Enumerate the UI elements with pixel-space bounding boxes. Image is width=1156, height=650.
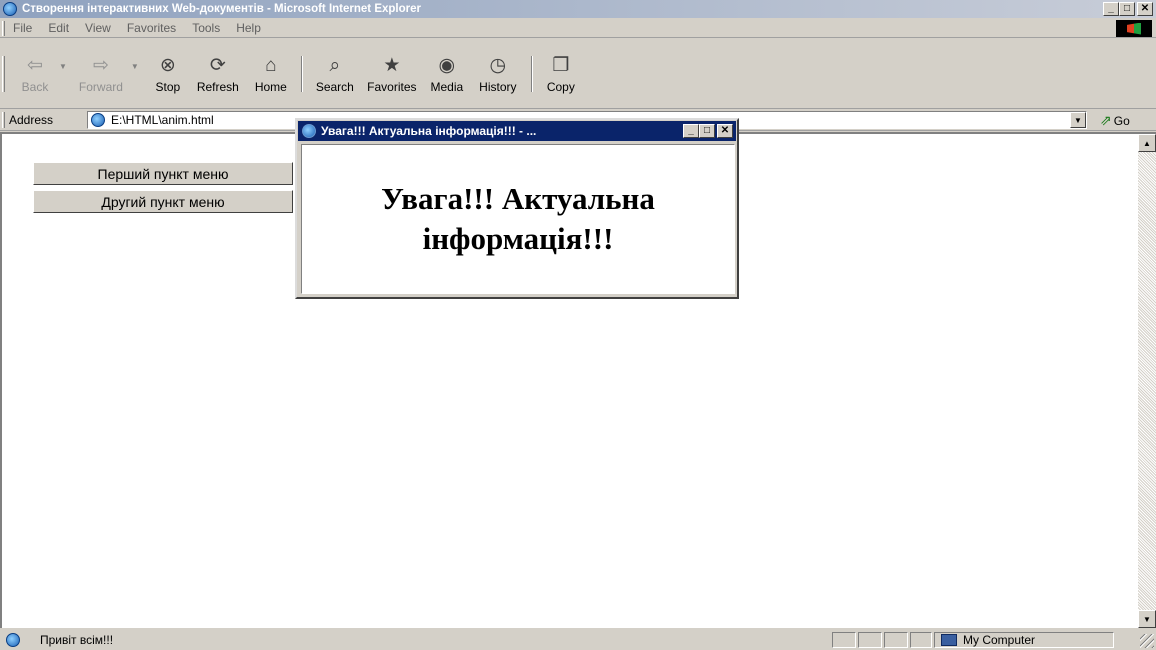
status-panel: [884, 632, 908, 648]
title-bar: Створення інтерактивних Web-документів -…: [0, 0, 1156, 18]
menu-tools[interactable]: Tools: [184, 21, 228, 35]
status-panel: [910, 632, 932, 648]
page-menu-item-2[interactable]: Другий пункт меню: [33, 190, 293, 213]
toolbar-grip[interactable]: [2, 55, 5, 92]
my-computer-icon: [941, 634, 957, 646]
addressbar-grip[interactable]: [2, 112, 5, 128]
go-label: Go: [1113, 113, 1130, 128]
refresh-button[interactable]: ⟳ Refresh: [189, 51, 247, 97]
toolbar-separator: [530, 55, 533, 92]
home-button[interactable]: ⌂ Home: [247, 51, 295, 97]
window-title: Створення інтерактивних Web-документів -…: [22, 3, 421, 15]
forward-button[interactable]: ⇨ Forward: [75, 51, 127, 97]
page-icon: [91, 113, 105, 127]
ie-icon: [3, 2, 17, 16]
back-button[interactable]: ⇦ Back: [15, 51, 55, 97]
stop-icon: ⊗: [159, 55, 176, 76]
go-button[interactable]: ⇗ Go: [1100, 112, 1130, 129]
status-text: Привіт всім!!!: [40, 632, 114, 647]
scroll-down-icon[interactable]: ▼: [1138, 610, 1156, 628]
status-panel: [858, 632, 882, 648]
go-arrow-icon: ⇗: [1100, 112, 1112, 128]
popup-content: Увага!!! Актуальна інформація!!!: [301, 144, 735, 294]
toolbar-separator: [300, 55, 303, 92]
page-menu-item-1[interactable]: Перший пункт меню: [33, 162, 293, 185]
status-page-icon: [6, 632, 20, 647]
standard-toolbar: ⇦ Back ▼ ⇨ Forward ▼ ⊗ Stop ⟳ Refresh ⌂ …: [0, 39, 1156, 109]
browser-window: Створення інтерактивних Web-документів -…: [0, 0, 1156, 650]
search-icon: ⌕: [329, 55, 341, 76]
close-button[interactable]: ✕: [1137, 2, 1153, 16]
address-value[interactable]: E:\HTML\anim.html: [111, 113, 214, 127]
vertical-scrollbar[interactable]: ▲ ▼: [1138, 134, 1156, 628]
refresh-icon: ⟳: [209, 55, 226, 76]
zone-label: My Computer: [963, 633, 1036, 647]
security-zone: My Computer: [934, 632, 1114, 648]
menu-help[interactable]: Help: [228, 21, 269, 35]
media-icon: ◉: [438, 55, 456, 76]
history-icon: ◷: [489, 55, 507, 76]
popup-window: Увага!!! Актуальна інформація!!! - ... _…: [295, 118, 739, 299]
minimize-button[interactable]: _: [1103, 2, 1119, 16]
address-label: Address: [9, 113, 54, 127]
copy-icon: ❐: [552, 55, 570, 76]
windows-logo-icon: [1116, 20, 1152, 37]
history-button[interactable]: ◷ History: [471, 51, 525, 97]
media-button[interactable]: ◉ Media: [423, 51, 471, 97]
favorites-icon: ★: [383, 55, 401, 76]
menu-file[interactable]: File: [5, 21, 40, 35]
popup-title-bar[interactable]: Увага!!! Актуальна інформація!!! - ... _…: [298, 121, 736, 141]
forward-arrow-icon: ⇨: [92, 55, 109, 76]
menu-bar: File Edit View Favorites Tools Help: [0, 19, 1156, 38]
scroll-up-icon[interactable]: ▲: [1138, 134, 1156, 152]
popup-maximize-button[interactable]: □: [699, 124, 715, 138]
popup-message: Увага!!! Актуальна інформація!!!: [381, 181, 655, 256]
search-button[interactable]: ⌕ Search: [309, 51, 361, 97]
resize-grip-icon[interactable]: [1140, 634, 1154, 648]
back-dropdown-icon[interactable]: ▼: [59, 62, 67, 71]
favorites-button[interactable]: ★ Favorites: [361, 51, 423, 97]
popup-title: Увага!!! Актуальна інформація!!! - ...: [321, 124, 537, 138]
menu-edit[interactable]: Edit: [40, 21, 77, 35]
address-dropdown-icon[interactable]: ▼: [1070, 112, 1086, 128]
popup-ie-icon: [302, 124, 316, 138]
status-bar: Привіт всім!!! My Computer: [0, 629, 1156, 650]
menu-favorites[interactable]: Favorites: [119, 21, 184, 35]
forward-dropdown-icon[interactable]: ▼: [131, 62, 139, 71]
copy-button[interactable]: ❐ Copy: [539, 51, 583, 97]
popup-minimize-button[interactable]: _: [683, 124, 699, 138]
menu-view[interactable]: View: [77, 21, 119, 35]
maximize-button[interactable]: □: [1119, 2, 1135, 16]
home-icon: ⌂: [265, 55, 277, 76]
stop-button[interactable]: ⊗ Stop: [147, 51, 189, 97]
status-panel: [832, 632, 856, 648]
popup-close-button[interactable]: ✕: [717, 124, 733, 138]
back-arrow-icon: ⇦: [27, 55, 43, 76]
